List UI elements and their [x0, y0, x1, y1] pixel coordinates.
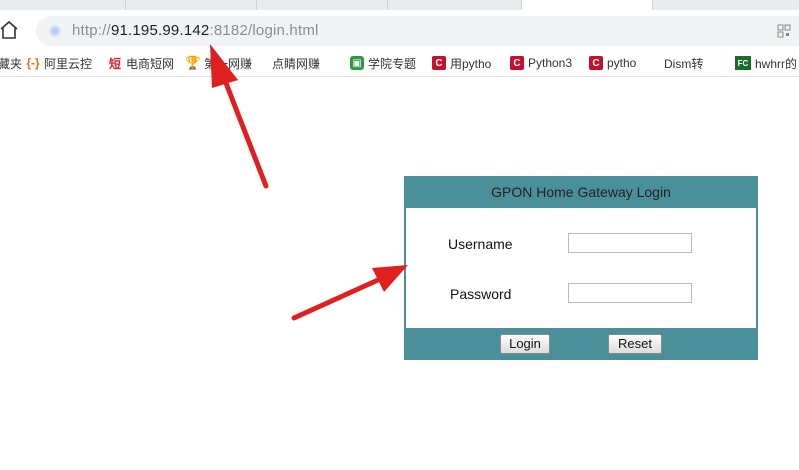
bookmark-item[interactable]: FC hwhrr的 [735, 54, 799, 72]
fc-icon: FC [735, 56, 751, 70]
c-icon: C [589, 56, 603, 70]
bookmark-label: 用pytho [450, 56, 492, 71]
bookmark-label: 藏夹 [0, 56, 22, 71]
url-text[interactable]: http://91.195.99.142:8182/login.html [72, 22, 319, 40]
bookmark-item[interactable]: {-} 阿里云控 [26, 54, 100, 72]
password-input[interactable] [568, 283, 692, 303]
username-label: Username [448, 236, 513, 252]
password-label: Password [450, 286, 512, 302]
trophy-icon: 🏆 [186, 55, 202, 70]
login-button[interactable]: Login [500, 334, 550, 354]
username-input[interactable] [568, 233, 692, 253]
duan-icon: 短 [108, 56, 121, 71]
tab-strip [0, 0, 799, 10]
bookmark-label: 点睛网赚 [272, 56, 321, 71]
bookmark-item[interactable]: Dism转 [664, 54, 724, 72]
bookmark-label: hwhrr的 [755, 56, 798, 71]
bookmark-label: pytho [607, 56, 637, 70]
bookmark-label: 学院专题 [368, 56, 417, 71]
bookmarks-bar: 藏夹 {-} 阿里云控 短 电商短网 🏆 第一网赚 点睛网赚 ▣ 学院专题 C … [0, 50, 799, 77]
url-suffix: :8182/login.html [209, 22, 319, 39]
login-panel: GPON Home Gateway Login Username Passwor… [404, 176, 758, 360]
aliyun-icon: {-} [26, 56, 40, 70]
browser-toolbar: http://91.195.99.142:8182/login.html [0, 10, 799, 50]
address-bar[interactable]: http://91.195.99.142:8182/login.html [36, 16, 799, 46]
login-title: GPON Home Gateway Login [491, 184, 671, 200]
home-icon[interactable] [0, 20, 18, 40]
bookmark-label: 阿里云控 [44, 56, 93, 71]
c-icon: C [432, 56, 446, 70]
bookmark-label: 第一网赚 [204, 56, 253, 71]
browser-tab[interactable] [388, 0, 522, 10]
bookmark-label: Python3 [528, 56, 573, 70]
bookmark-item[interactable]: C 用pytho [432, 54, 498, 72]
c-icon: C [510, 56, 524, 70]
bookmark-label: 电商短网 [126, 56, 175, 71]
bookmark-item[interactable]: 点睛网赚 [272, 54, 340, 72]
browser-tab-active[interactable] [522, 0, 653, 10]
browser-tab[interactable] [126, 0, 257, 10]
login-form: Username Password [406, 208, 756, 328]
browser-tab[interactable] [257, 0, 388, 10]
bookmark-item[interactable]: 短 电商短网 [108, 54, 178, 72]
bookmark-item[interactable]: C pytho [589, 54, 651, 72]
site-info-icon[interactable] [48, 24, 62, 38]
reset-button[interactable]: Reset [608, 334, 662, 354]
bookmark-label: Dism转 [664, 56, 704, 71]
qr-code-icon[interactable] [777, 24, 791, 38]
browser-tab[interactable] [0, 0, 126, 10]
url-prefix: http:// [72, 22, 111, 39]
bookmark-item[interactable]: 藏夹 [0, 54, 22, 72]
bookmark-item[interactable]: C Python3 [510, 54, 576, 72]
bookmark-item[interactable]: ▣ 学院专题 [350, 54, 418, 72]
camera-icon: ▣ [350, 56, 364, 70]
url-host: 91.195.99.142 [110, 22, 210, 39]
bookmark-item[interactable]: 🏆 第一网赚 [186, 54, 258, 72]
